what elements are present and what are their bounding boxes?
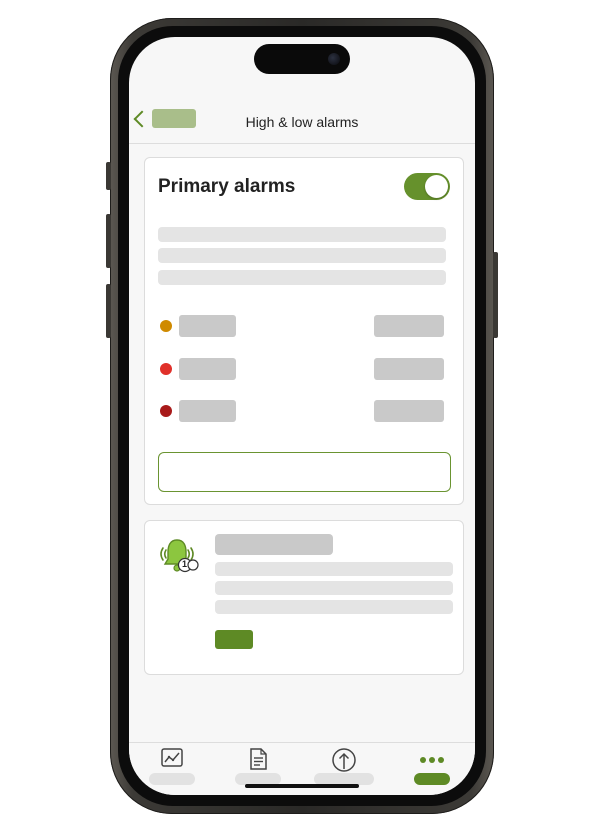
tab-more[interactable] (389, 743, 475, 795)
alarm-level-label (179, 358, 236, 380)
secondary-action-button[interactable] (215, 630, 253, 649)
alarm-level-label (179, 315, 236, 337)
tab-chart[interactable] (129, 743, 215, 795)
dynamic-island (254, 44, 350, 74)
alarm-level-dot (160, 405, 172, 417)
toggle-knob (425, 175, 448, 198)
primary-alarms-action-button[interactable] (158, 452, 451, 492)
bell-alarm-icon: 1 (156, 535, 202, 581)
tab-label (414, 773, 450, 785)
description-line (158, 248, 446, 263)
action-button (106, 162, 111, 190)
tab-label (149, 773, 195, 785)
info-line (215, 562, 453, 576)
info-line (215, 581, 453, 595)
volume-down-button (106, 284, 111, 338)
description-line (158, 227, 446, 242)
alarm-level-value[interactable] (374, 315, 444, 337)
primary-alarms-title: Primary alarms (158, 176, 296, 197)
primary-alarms-toggle[interactable] (404, 173, 450, 200)
chart-icon (160, 747, 184, 774)
bottom-tab-bar (129, 742, 475, 795)
alarm-level-value[interactable] (374, 400, 444, 422)
alarm-level-dot (160, 320, 172, 332)
alarm-badge-number: 1 (182, 559, 188, 569)
alarm-level-value[interactable] (374, 358, 444, 380)
navigation-bar: High & low alarms (129, 89, 475, 144)
power-button (493, 252, 498, 338)
alarm-level-dot (160, 363, 172, 375)
document-icon (247, 747, 269, 776)
app-screen: High & low alarms Primary alarms 1 (129, 37, 475, 795)
description-line (158, 270, 446, 285)
primary-alarms-card: Primary alarms (144, 157, 464, 505)
alarm-level-label (179, 400, 236, 422)
phone-frame: High & low alarms Primary alarms 1 (106, 18, 498, 814)
info-line (215, 600, 453, 614)
volume-up-button (106, 214, 111, 268)
camera-icon (328, 53, 340, 65)
secondary-alarm-card: 1 (144, 520, 464, 675)
more-icon (419, 751, 445, 769)
home-indicator (245, 784, 359, 788)
info-heading (215, 534, 333, 555)
page-title: High & low alarms (245, 114, 359, 130)
